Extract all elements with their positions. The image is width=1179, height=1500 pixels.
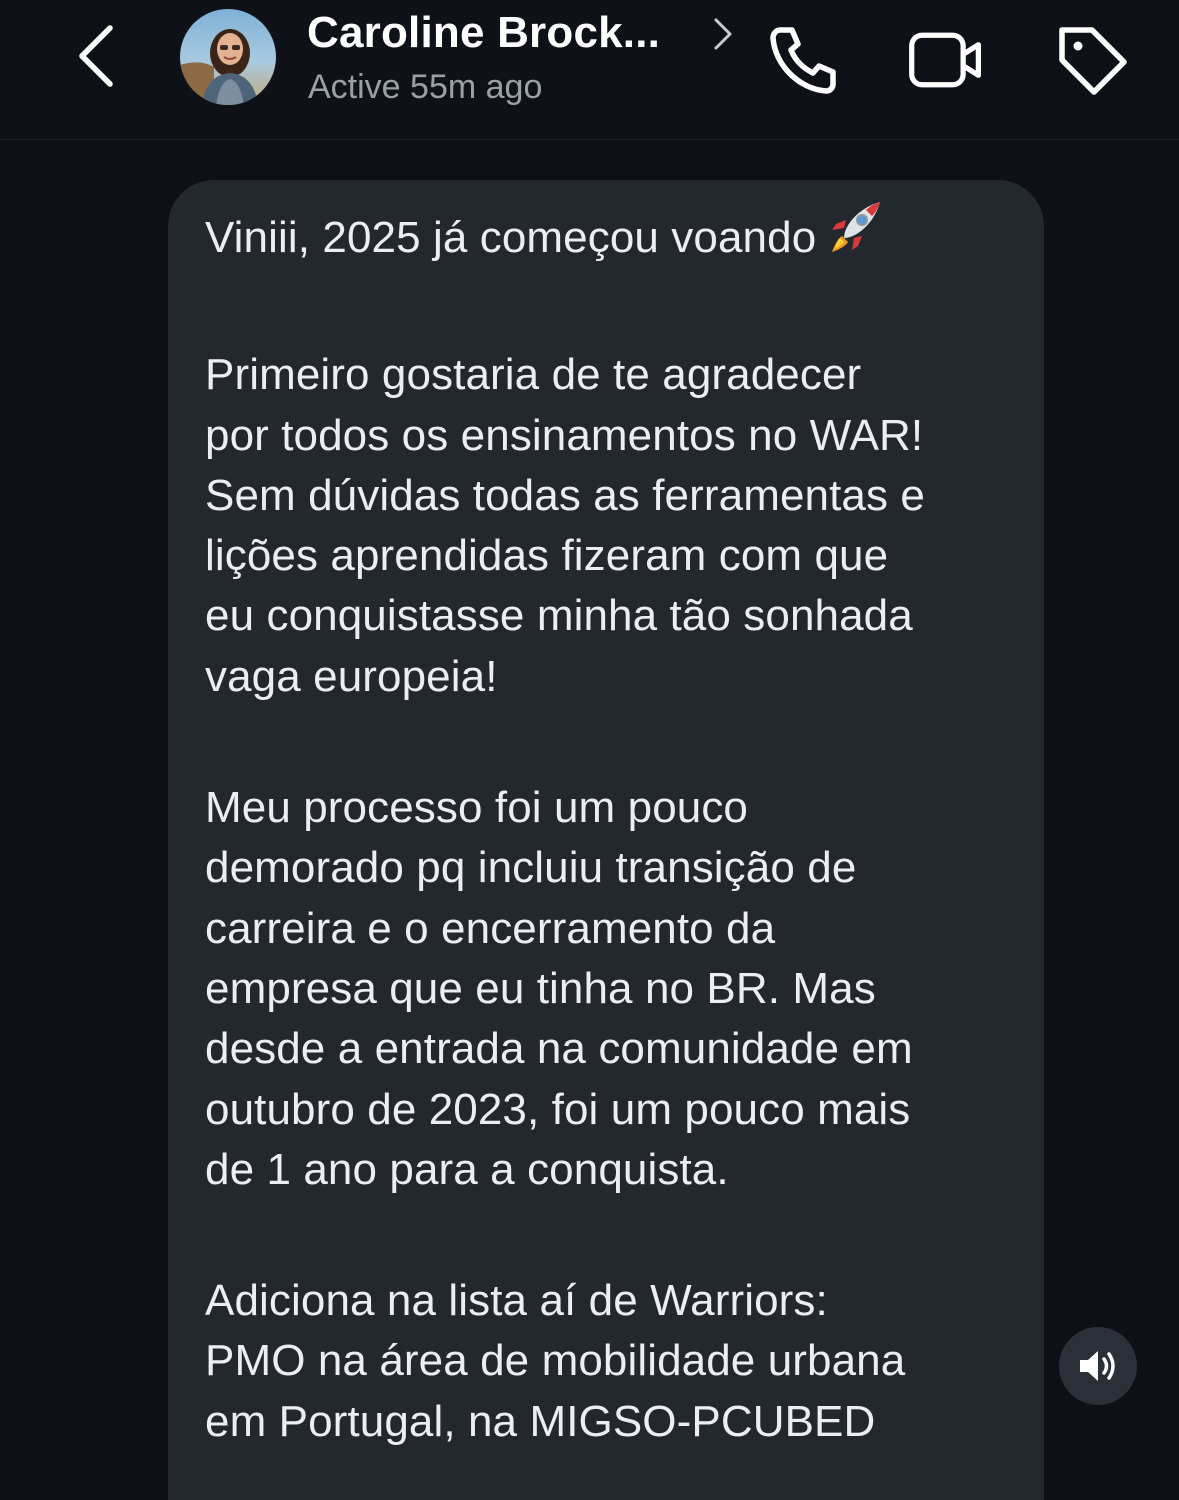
video-camera-icon [909, 32, 981, 88]
contact-name[interactable]: Caroline Brock... [307, 8, 660, 58]
tag-icon [1059, 27, 1127, 95]
phone-icon [770, 27, 836, 94]
message-paragraph-1: Viniii, 2025 já começou voando [205, 202, 1014, 274]
contact-avatar[interactable] [180, 9, 276, 105]
avatar-image [180, 9, 276, 105]
received-message-bubble[interactable]: Viniii, 2025 já começou voando Primeiro … [168, 180, 1044, 1500]
tag-button[interactable] [1052, 20, 1132, 100]
chevron-right-icon [714, 18, 732, 50]
audio-call-button[interactable] [764, 20, 844, 100]
sound-toggle-button[interactable] [1059, 1327, 1137, 1405]
active-status: Active 55m ago [308, 68, 543, 106]
message-paragraph-2: Primeiro gostaria de te agradecer por to… [205, 350, 925, 701]
message-text-1: Viniii, 2025 já começou voando [205, 212, 817, 262]
chevron-left-icon [79, 25, 113, 87]
back-button[interactable] [60, 20, 132, 92]
chat-header: Caroline Brock... Active 55m ago [0, 0, 1179, 140]
video-call-button[interactable] [906, 20, 986, 100]
profile-chevron[interactable] [708, 16, 736, 52]
message-paragraph-4: Adiciona na lista aí de Warriors: PMO na… [205, 1276, 906, 1446]
speaker-icon [1080, 1351, 1115, 1381]
message-paragraph-3: Meu processo foi um pouco demorado pq in… [205, 783, 913, 1194]
rocket-icon [824, 196, 886, 274]
